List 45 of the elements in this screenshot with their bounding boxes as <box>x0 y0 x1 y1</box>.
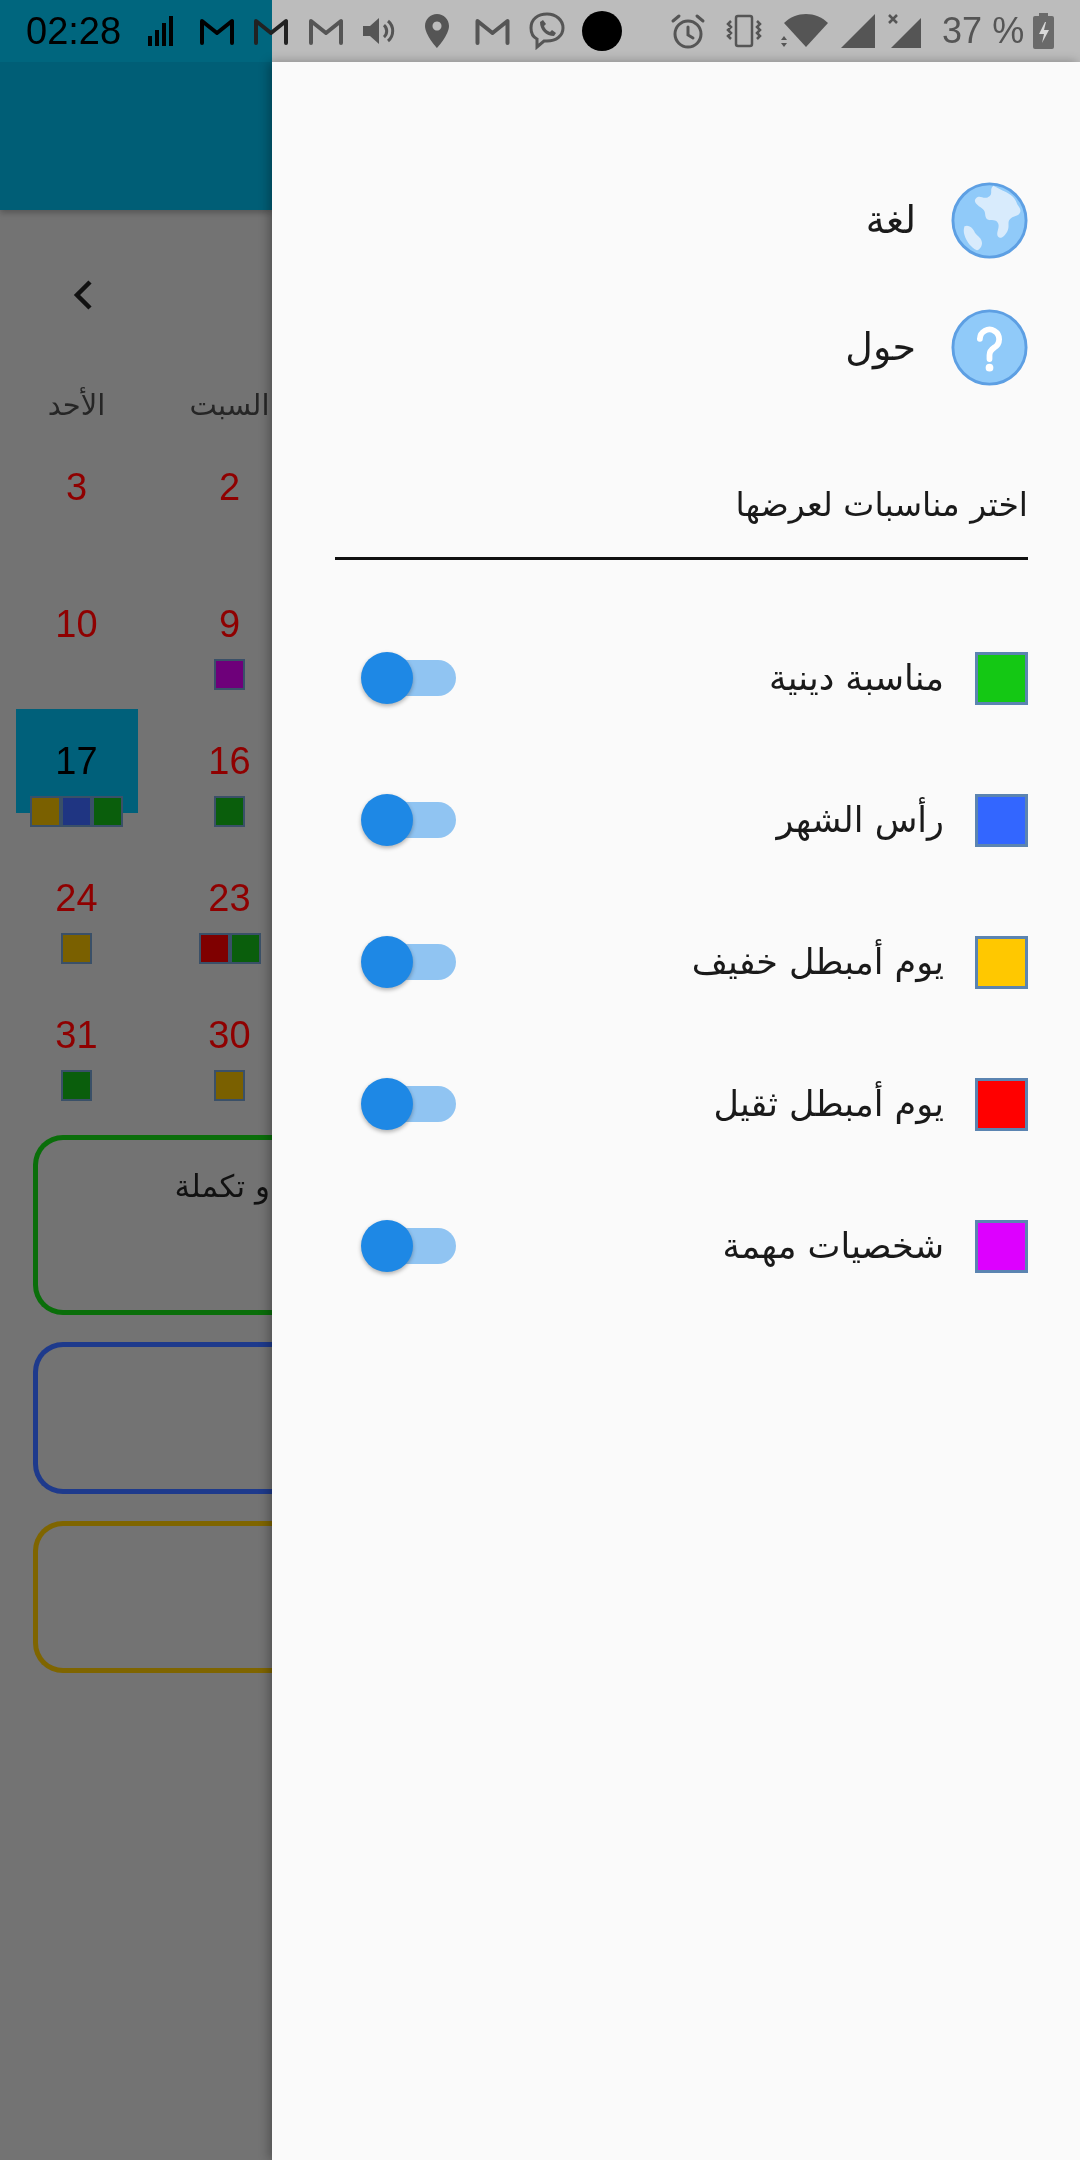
calendar-day[interactable]: 2 <box>218 465 241 509</box>
event-text: و تكملة <box>174 1168 270 1204</box>
category-label: شخصيات مهمة <box>722 1225 944 1269</box>
calendar-day[interactable]: 10 <box>55 602 98 646</box>
section-title: اختر مناسبات لعرضها <box>735 484 1028 526</box>
category-label: يوم أمبطل ثقيل <box>713 1079 944 1129</box>
toggle-switch[interactable] <box>361 794 457 846</box>
phone-bubble-icon <box>528 12 567 50</box>
calendar-day[interactable]: 3 <box>65 465 88 509</box>
chevron-left-icon[interactable] <box>73 279 93 311</box>
dot-icon <box>582 11 623 51</box>
calendar-day[interactable]: 24 <box>55 876 98 920</box>
calendar-day[interactable]: 23 <box>208 876 251 920</box>
mail-icon <box>474 17 512 45</box>
drawer-menu-item[interactable]: حول <box>845 292 1028 402</box>
mail-icon <box>252 17 291 45</box>
battery-charging-icon <box>1033 13 1055 49</box>
help-icon <box>951 308 1028 386</box>
signal-bars-icon <box>148 16 174 46</box>
wifi-icon <box>780 13 829 49</box>
toggle-switch[interactable] <box>361 936 457 988</box>
signal-icon <box>887 14 922 48</box>
vibrate-icon <box>725 14 764 48</box>
drawer-menu-item[interactable]: لغة <box>865 165 1028 275</box>
mail-icon <box>307 17 346 45</box>
calendar-day[interactable]: 16 <box>208 739 251 783</box>
category-label: مناسبة دينية <box>769 657 944 700</box>
signal-icon <box>841 14 876 48</box>
globe-icon <box>951 181 1028 259</box>
weekday-label: السبت <box>189 387 270 424</box>
toggle-switch[interactable] <box>361 1078 457 1130</box>
toggle-switch[interactable] <box>361 652 457 704</box>
location-pin-icon <box>425 14 450 48</box>
speaker-icon <box>361 16 396 46</box>
calendar-day[interactable]: 30 <box>208 1013 251 1057</box>
calendar-day[interactable]: 9 <box>218 602 241 646</box>
alarm-clock-icon <box>670 13 707 49</box>
toggle-switch[interactable] <box>361 1220 457 1272</box>
weekday-label: الأحد <box>47 386 106 424</box>
status-time: 02:28 <box>26 9 122 53</box>
calendar-day[interactable]: 31 <box>55 1013 98 1057</box>
category-label: يوم أمبطل خفيف <box>691 937 944 987</box>
category-label: رأس الشهر <box>776 795 944 845</box>
battery-percent: 37 % <box>942 9 1025 53</box>
mail-icon <box>199 17 236 45</box>
